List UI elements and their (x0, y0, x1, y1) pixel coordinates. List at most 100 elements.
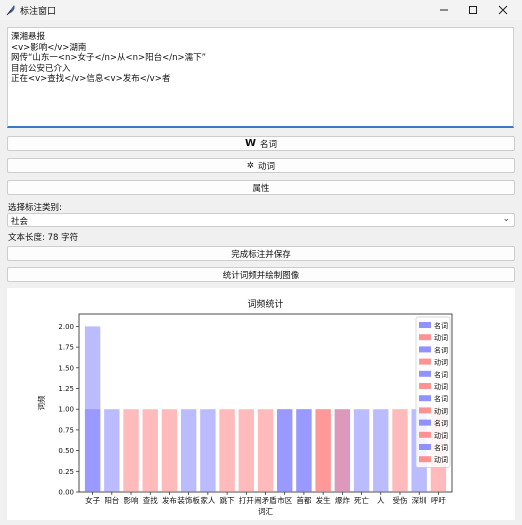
bar-影响 (123, 409, 139, 492)
chart-title: 词频统计 (247, 298, 283, 310)
legend-swatch (419, 322, 431, 328)
legend-swatch (419, 419, 431, 426)
x-tick-label: 深圳 (412, 495, 427, 505)
y-tick-label: 0.50 (58, 447, 74, 455)
y-tick-label: 1.75 (58, 344, 74, 352)
legend-label: 名词 (434, 443, 448, 452)
x-tick-label: 首都 (296, 495, 311, 505)
editor-line: 目前公安已介入 (11, 63, 71, 74)
x-tick-label: 市区 (277, 495, 292, 505)
x-tick-label: 家人 (200, 495, 215, 505)
legend-swatch (419, 395, 431, 402)
x-tick-label: 查找 (143, 495, 158, 505)
x-tick-label: 装饰板 (177, 495, 200, 505)
x-tick-label: 爆炸 (335, 495, 350, 505)
legend-swatch (419, 407, 431, 414)
bar-打开 (238, 409, 254, 492)
bar-装饰板 (180, 409, 197, 492)
legend-label: 名词 (434, 394, 448, 403)
frequency-bar-chart: 词频统计 0.00 0.25 0.50 0.75 1.00 1.25 1.50 1.75 2.00… (36, 298, 453, 516)
editor-line: 溧湘悬报 (11, 32, 46, 42)
y-tick-label: 1.25 (58, 385, 74, 393)
category-selected-value: 社会 (11, 217, 29, 227)
x-tick-label: 死亡 (354, 495, 369, 505)
legend-swatch (419, 370, 431, 377)
feather-app-icon (6, 5, 15, 16)
noun-button-label: 名词 (260, 139, 278, 150)
y-tick-label: 1.00 (58, 406, 74, 414)
y-tick-label: 2.00 (58, 323, 74, 331)
bar-女子 (84, 409, 101, 492)
window-title: 标注窗口 (20, 7, 57, 17)
legend-label: 动词 (434, 431, 448, 440)
editor-line: 网传“山东一<n>女子</n>从<n>阳台</n>濡下” (11, 53, 207, 63)
close-button[interactable] (484, 0, 522, 20)
minimize-icon (440, 9, 448, 11)
stats-button-label: 统计词频并绘制图像 (222, 270, 300, 281)
x-tick-label: 发布 (162, 495, 177, 505)
editor-line: 正在<v>查找</v>信息<v>发布</v>者 (11, 74, 171, 84)
legend-swatch (419, 358, 431, 365)
legend-label: 名词 (434, 321, 448, 330)
chart-container: 词频统计 0.00 0.25 0.50 0.75 1.00 1.25 1.50 1.75 2.00… (7, 288, 515, 520)
noun-w-icon: W (244, 138, 256, 149)
x-tick-label: 跳下 (220, 495, 235, 505)
bar-爆炸 (334, 409, 351, 492)
y-tick-label: 1.50 (58, 364, 74, 372)
y-tick-label: 0.75 (58, 426, 74, 434)
bar-家人 (200, 409, 216, 492)
verb-button-label: 动词 (258, 161, 276, 172)
legend-label: 动词 (434, 455, 448, 464)
title-bar: 标注窗口 (0, 0, 522, 20)
legend-label: 名词 (434, 345, 448, 354)
bar-市区 (277, 409, 293, 492)
bar-查找 (142, 409, 158, 492)
attribute-button[interactable]: 属性 (7, 180, 515, 195)
bar-发生 (315, 409, 331, 492)
attribute-button-label: 属性 (252, 183, 270, 194)
legend-swatch (419, 383, 431, 389)
bar-阳台 (104, 409, 120, 492)
y-tick-label: 0.25 (58, 468, 74, 476)
legend-label: 动词 (434, 406, 448, 415)
x-tick-label: 呼吁 (431, 495, 446, 505)
x-tick-label: 阳台 (104, 495, 119, 505)
legend-label: 动词 (434, 382, 448, 391)
y-tick-label: 0.00 (58, 489, 74, 497)
editor-line: <v>影响</v>湖南 (11, 42, 87, 53)
legend-swatch (419, 334, 431, 341)
legend-swatch (419, 431, 431, 438)
stats-button[interactable]: 统计词频并绘制图像 (7, 267, 515, 282)
x-tick-label: 发生 (316, 495, 331, 505)
text-length-label: 文本长度: 78 字符 (8, 233, 79, 243)
x-tick-label: 女子 (85, 495, 100, 505)
bar-死亡 (353, 409, 370, 492)
legend-label: 动词 (434, 358, 448, 367)
x-tick-label: 打开 (239, 495, 254, 505)
x-tick-label: 影响 (124, 495, 139, 505)
maximize-icon (469, 6, 477, 14)
x-tick-label: 受伤 (392, 495, 407, 505)
x-tick-label: 闹矛盾 (254, 495, 277, 505)
category-label: 选择标注类别: (8, 203, 62, 213)
bar-发布 (161, 409, 178, 492)
x-tick-label: 人 (377, 496, 385, 505)
legend-label: 名词 (434, 370, 448, 379)
bar-受伤 (392, 409, 408, 492)
editor-content: 溧湘悬报 <v>影响</v>湖南 网传“山东一<n>女子</n>从<n>阳台</n>… (11, 32, 513, 85)
annotation-text-editor[interactable]: 溧湘悬报 <v>影响</v>湖南 网传“山东一<n>女子</n>从<n>阳台</n>… (7, 27, 514, 128)
noun-button[interactable]: W 名词 (7, 136, 515, 151)
save-button[interactable]: 完成标注并保存 (7, 246, 515, 261)
chevron-down-icon: ⌄ (502, 214, 510, 224)
legend-swatch (419, 456, 431, 463)
verb-star-icon: ✲ (246, 160, 255, 171)
close-icon (498, 5, 508, 15)
bar-人 (373, 409, 389, 492)
bar-跳下 (219, 409, 235, 492)
bar-首都 (296, 409, 312, 492)
x-axis-label: 词汇 (258, 507, 273, 516)
save-button-label: 完成标注并保存 (231, 249, 291, 260)
legend-swatch (419, 346, 431, 353)
verb-button[interactable]: ✲ 动词 (7, 158, 515, 173)
category-select[interactable]: 社会 ⌄ (7, 213, 515, 227)
